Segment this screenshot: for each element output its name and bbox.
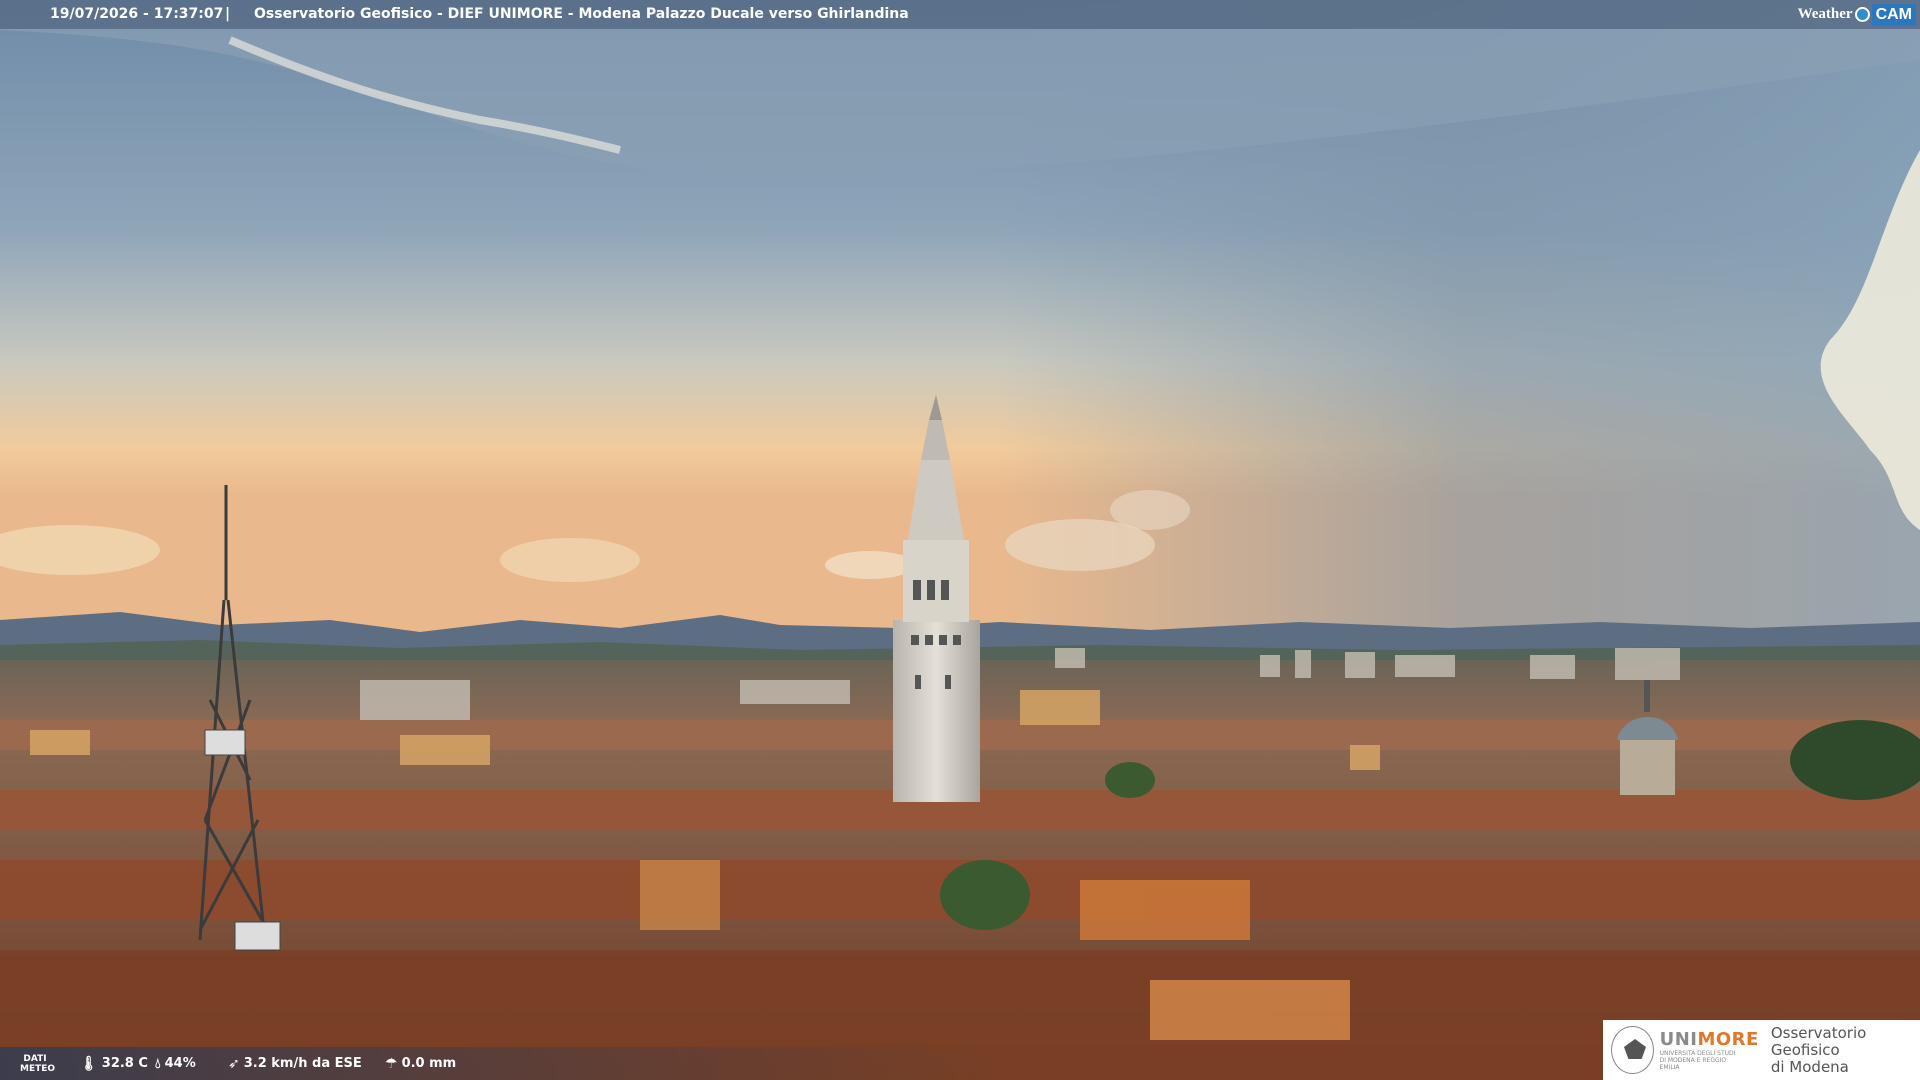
cloud-puff <box>500 538 640 582</box>
datetime-label: 19/07/2026 - 17:37:07 <box>50 6 224 22</box>
weathercam-dot-icon <box>1854 7 1870 22</box>
temperature-value: 32.8 C <box>101 1056 148 1071</box>
temperature-readout: 🌡︎ 32.8 C <box>80 1056 148 1071</box>
trees <box>1105 762 1155 798</box>
top-banner: 19/07/2026 - 17:37:07 | Osservatorio Geo… <box>0 0 1920 29</box>
unimore-name: UNIMORE <box>1660 1029 1759 1050</box>
rain-gauge-icon: ☂︎ <box>385 1055 398 1072</box>
weather-label-line2: METEO <box>20 1064 56 1074</box>
observatory-name-line1: Osservatorio Geofisico <box>1770 1023 1867 1059</box>
humidity-value: 44% <box>164 1056 196 1071</box>
wind-arrow-icon: ➶ <box>228 1055 240 1072</box>
weathercam-logo: Weather CAM <box>1790 0 1920 29</box>
camera-title: Osservatorio Geofisico - DIEF UNIMORE - … <box>254 6 909 22</box>
rain-value: 0.0 mm <box>401 1056 457 1071</box>
unimore-subtitle: UNIVERSITÀ DEGLI STUDI DI MODENA E REGGI… <box>1659 1050 1736 1071</box>
weather-label-line1: DATI <box>23 1054 47 1064</box>
banner-separator: | <box>225 6 231 22</box>
droplet-icon: 💧︎ <box>155 1055 161 1072</box>
weathercam-cam-text: CAM <box>1871 3 1916 26</box>
cloud-puff <box>825 551 915 579</box>
weathercam-brand-text: Weather <box>1797 6 1853 22</box>
cloud-puff <box>1110 490 1190 530</box>
observatory-name-line2: di Modena <box>1770 1057 1849 1076</box>
rain-readout: ☂︎ 0.0 mm <box>385 1056 456 1071</box>
weather-data-label: DATI METEO <box>20 1054 56 1074</box>
webcam-scene <box>0 0 1920 1080</box>
humidity-readout: 💧︎ 44% <box>155 1056 196 1071</box>
university-seal-icon <box>1611 1026 1654 1074</box>
wind-readout: ➶ 3.2 km/h da ESE <box>228 1056 362 1071</box>
wind-value: 3.2 km/h da ESE <box>243 1056 362 1071</box>
unimore-name-uni: UNI <box>1659 1029 1698 1050</box>
unimore-name-more: MORE <box>1697 1029 1759 1050</box>
thermometer-icon: 🌡︎ <box>80 1055 98 1072</box>
weather-data-strip: DATI METEO 🌡︎ 32.8 C 💧︎ 44% ➶ 3.2 km/h d… <box>0 1047 1000 1080</box>
observatory-name: Osservatorio Geofisico di Modena <box>1770 1023 1920 1076</box>
unimore-logo-card: UNIMORE UNIVERSITÀ DEGLI STUDI DI MODENA… <box>1603 1020 1920 1080</box>
trees <box>940 860 1030 930</box>
unimore-wordmark: UNIMORE UNIVERSITÀ DEGLI STUDI DI MODENA… <box>1660 1029 1759 1071</box>
